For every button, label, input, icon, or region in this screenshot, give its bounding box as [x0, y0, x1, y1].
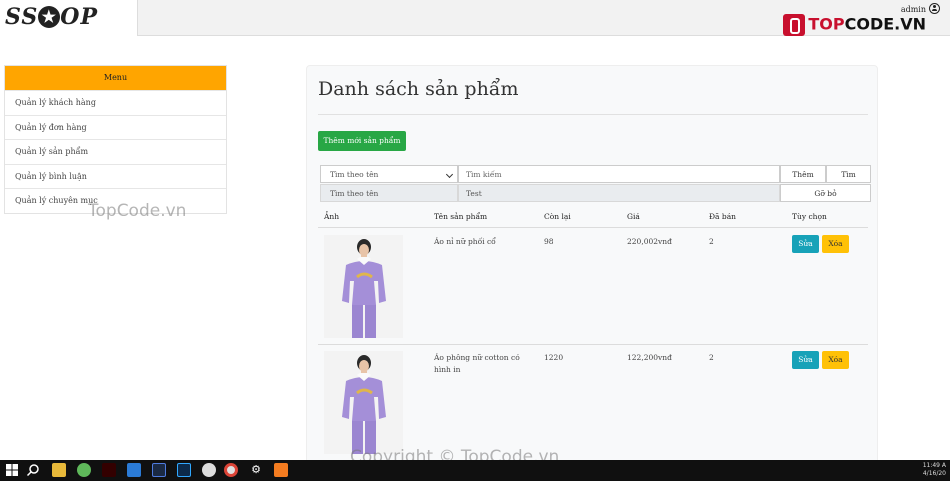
edit-button[interactable]: Sửa: [792, 235, 819, 253]
topcode-logo-icon: [783, 14, 806, 36]
topcode-watermark-logo: TOPCODE.VN: [783, 14, 926, 36]
product-list-panel: Danh sách sản phẩm Thêm mới sản phẩm Tìm…: [306, 65, 878, 465]
sidebar-item-comments[interactable]: Quản lý bình luận: [5, 163, 226, 189]
page-title: Danh sách sản phẩm: [318, 78, 519, 100]
product-price: 220,002vnđ: [627, 237, 672, 246]
os-taskbar: ⚙ 11:49 A 4/16/20: [0, 460, 950, 481]
product-sold: 2: [709, 237, 714, 246]
windows-start-icon[interactable]: [5, 463, 19, 477]
remove-filter-button[interactable]: Gỡ bỏ: [780, 184, 871, 202]
vscode-icon[interactable]: [127, 463, 141, 477]
add-filter-button[interactable]: Thêm: [780, 165, 826, 183]
active-filter-value: Test: [458, 184, 780, 202]
file-explorer-icon[interactable]: [52, 463, 66, 477]
delete-button[interactable]: Xóa: [822, 351, 849, 369]
photoshop-icon[interactable]: [177, 463, 191, 477]
sidebar-item-customers[interactable]: Quản lý khách hàng: [5, 90, 226, 115]
messenger-icon[interactable]: [202, 463, 216, 477]
xampp-icon[interactable]: [274, 463, 288, 477]
product-sold: 2: [709, 353, 714, 362]
sidebar-item-products[interactable]: Quản lý sản phẩm: [5, 139, 226, 164]
table-header-divider: [318, 227, 868, 228]
user-icon[interactable]: [929, 3, 940, 14]
clock-time: 11:49 A: [922, 462, 946, 469]
taskbar-clock[interactable]: 11:49 A 4/16/20: [923, 462, 946, 478]
settings-icon[interactable]: ⚙: [249, 463, 263, 477]
sidebar-menu: Menu Quản lý khách hàng Quản lý đơn hàng…: [4, 65, 227, 214]
product-image: [324, 351, 403, 454]
search-input[interactable]: Tìm kiếm: [458, 165, 780, 183]
add-product-button[interactable]: Thêm mới sản phẩm: [318, 131, 406, 151]
menu-header: Menu: [5, 66, 226, 90]
site-logo[interactable]: SS ★ OP: [5, 4, 98, 30]
star-icon: ★: [38, 6, 61, 28]
column-header-sold: Đã bán: [709, 212, 737, 221]
illustrator-icon[interactable]: [102, 463, 116, 477]
product-name: Áo nỉ nữ phối cổ: [434, 237, 496, 246]
user-name[interactable]: admin: [901, 5, 926, 14]
active-filter-label: Tìm theo tên: [320, 184, 458, 202]
column-header-name: Tên sản phẩm: [434, 212, 488, 221]
search-icon[interactable]: [26, 463, 40, 477]
sidebar-item-orders[interactable]: Quản lý đơn hàng: [5, 114, 226, 140]
clock-date: 4/16/20: [922, 470, 946, 477]
filter-type-select[interactable]: Tìm theo tên: [320, 165, 458, 183]
editor-icon[interactable]: [152, 463, 166, 477]
row-divider: [318, 344, 868, 345]
product-name: Áo phông nữ cotton có hình in: [434, 353, 520, 374]
filter-type-value: Tìm theo tên: [330, 170, 379, 179]
edit-button[interactable]: Sửa: [792, 351, 819, 369]
logo-area[interactable]: SS ★ OP: [0, 0, 138, 36]
column-header-stock: Còn lại: [544, 212, 571, 221]
column-header-price: Giá: [627, 212, 640, 221]
topcode-watermark-text: TopCode.vn: [88, 201, 187, 221]
top-header: SS ★ OP admin TOPCODE.VN: [0, 0, 950, 36]
title-divider: [318, 114, 868, 115]
delete-button[interactable]: Xóa: [822, 235, 849, 253]
product-price: 122,200vnđ: [627, 353, 672, 362]
app-icon[interactable]: [77, 463, 91, 477]
product-stock: 98: [544, 237, 554, 246]
column-header-options: Tùy chọn: [792, 212, 827, 221]
product-image: [324, 235, 403, 338]
column-header-image: Ảnh: [324, 212, 340, 221]
search-button[interactable]: Tìm: [826, 165, 871, 183]
chrome-icon[interactable]: [224, 463, 238, 477]
product-stock: 1220: [544, 353, 564, 362]
chevron-down-icon: [445, 170, 454, 179]
